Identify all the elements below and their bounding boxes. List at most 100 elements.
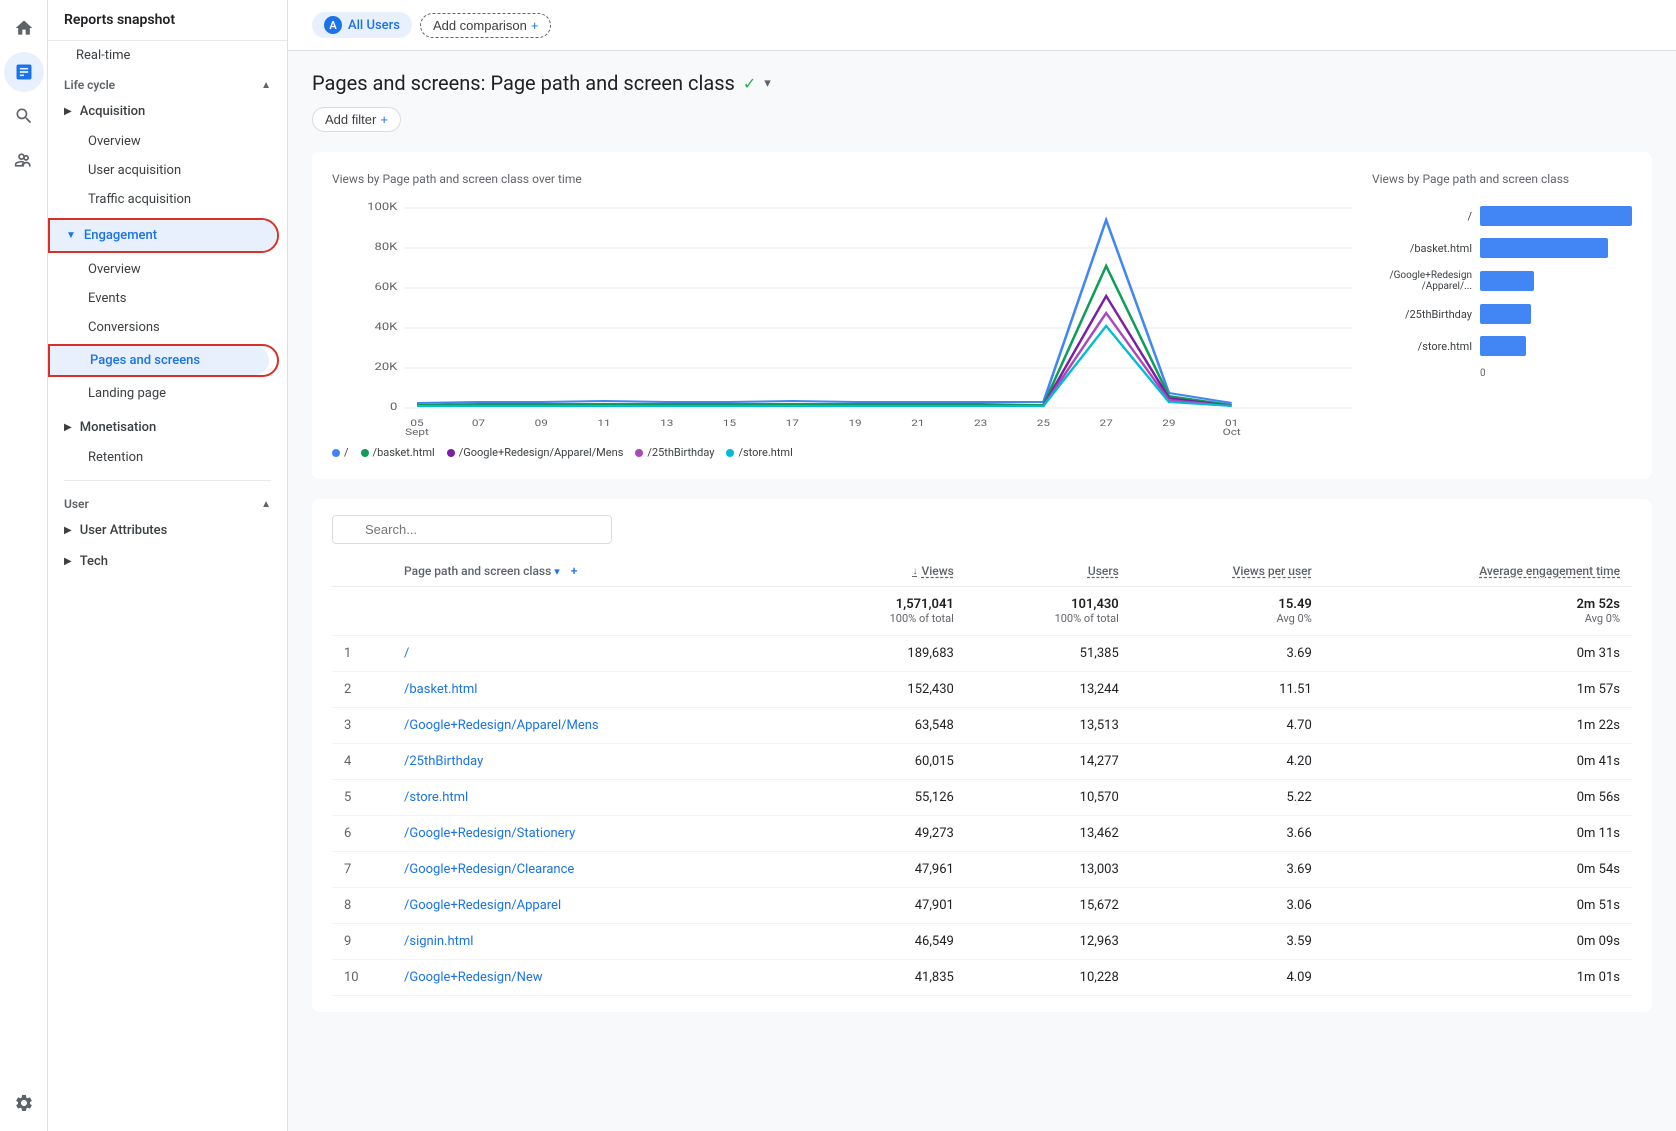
user-section-chevron: ▲ xyxy=(261,499,271,510)
sidebar-events[interactable]: Events xyxy=(48,284,279,313)
sidebar-traffic-acquisition[interactable]: Traffic acquisition xyxy=(48,185,279,214)
top-bar: A All Users Add comparison + xyxy=(288,0,1676,51)
sidebar-engagement[interactable]: ▼ Engagement xyxy=(50,220,277,251)
col-views-per-user[interactable]: Views per user xyxy=(1131,556,1324,587)
legend-dot-root xyxy=(332,449,340,457)
search-input[interactable] xyxy=(332,515,612,544)
svg-text:15: 15 xyxy=(723,417,736,428)
chart-section: Views by Page path and screen class over… xyxy=(312,152,1652,479)
filter-plus-icon: + xyxy=(380,112,388,127)
home-icon[interactable] xyxy=(4,8,44,48)
filter-row: Add filter + xyxy=(312,107,1652,132)
filter-label: Add filter xyxy=(325,112,376,127)
col-avg-engagement[interactable]: Average engagement time xyxy=(1324,556,1632,587)
legend-dot-store xyxy=(726,449,734,457)
svg-text:29: 29 xyxy=(1162,417,1175,428)
sidebar-real-time[interactable]: Real-time xyxy=(48,41,279,70)
audience-icon[interactable] xyxy=(4,140,44,180)
sidebar-user-attributes[interactable]: ▶ User Attributes xyxy=(48,515,279,546)
sidebar-acquisition[interactable]: ▶ Acquisition xyxy=(48,96,279,127)
monetisation-expand-icon: ▶ xyxy=(64,422,72,433)
search-wrapper: 🔍 xyxy=(332,515,612,544)
col-page-path[interactable]: Page path and screen class ▾ + xyxy=(392,556,801,587)
svg-text:0: 0 xyxy=(390,401,397,413)
data-table: Page path and screen class ▾ + ↓ Views U… xyxy=(332,556,1632,996)
badge-letter: A xyxy=(324,16,342,34)
table-row: 7 /Google+Redesign/Clearance 47,961 13,0… xyxy=(332,852,1632,888)
sidebar-divider-1 xyxy=(64,480,271,481)
sidebar-landing-page[interactable]: Landing page xyxy=(48,379,279,408)
bar-row-basket: /basket.html xyxy=(1372,238,1632,258)
page-title-row: Pages and screens: Page path and screen … xyxy=(312,71,1652,95)
svg-text:17: 17 xyxy=(786,417,799,428)
acquisition-expand-icon: ▶ xyxy=(64,106,72,117)
svg-text:19: 19 xyxy=(848,417,861,428)
legend-item-store: /store.html xyxy=(726,446,792,459)
table-row: 4 /25thBirthday 60,015 14,277 4.20 0m 41… xyxy=(332,744,1632,780)
total-views: 1,571,041 100% of total xyxy=(801,587,966,636)
sidebar-user-section[interactable]: User ▲ xyxy=(48,489,287,515)
icon-rail xyxy=(0,0,48,1131)
sidebar-reports-snapshot[interactable]: Reports snapshot xyxy=(48,0,287,41)
bar-row-root: / xyxy=(1372,206,1632,226)
chart-right: Views by Page path and screen class / /b… xyxy=(1372,172,1632,459)
table-row: 9 /signin.html 46,549 12,963 3.59 0m 09s xyxy=(332,924,1632,960)
svg-text:20K: 20K xyxy=(374,361,398,373)
sort-icon: ↓ xyxy=(912,566,917,577)
svg-text:40K: 40K xyxy=(374,321,398,333)
table-row: 6 /Google+Redesign/Stationery 49,273 13,… xyxy=(332,816,1632,852)
svg-text:100K: 100K xyxy=(367,201,398,213)
bar-row-store: /store.html xyxy=(1372,336,1632,356)
user-attributes-expand-icon: ▶ xyxy=(64,525,72,536)
col-views[interactable]: ↓ Views xyxy=(801,556,966,587)
settings-icon[interactable] xyxy=(4,1083,44,1123)
sidebar-conversions[interactable]: Conversions xyxy=(48,313,279,342)
legend-dot-apparel xyxy=(447,449,455,457)
legend-item-basket: /basket.html xyxy=(361,446,435,459)
line-chart-container: 100K 80K 60K 40K 20K 0 xyxy=(332,198,1352,438)
legend-dot-basket xyxy=(361,449,369,457)
svg-text:23: 23 xyxy=(974,417,987,428)
svg-text:07: 07 xyxy=(472,417,485,428)
search-explore-icon[interactable] xyxy=(4,96,44,136)
sidebar-user-acquisition[interactable]: User acquisition xyxy=(48,156,279,185)
bar-root xyxy=(1480,206,1632,226)
analytics-icon[interactable] xyxy=(4,52,44,92)
svg-text:25: 25 xyxy=(1037,417,1050,428)
add-filter-button[interactable]: Add filter + xyxy=(312,107,401,132)
svg-text:13: 13 xyxy=(660,417,673,428)
table-row: 2 /basket.html 152,430 13,244 11.51 1m 5… xyxy=(332,672,1632,708)
add-column-button[interactable]: + xyxy=(571,564,578,578)
col-users[interactable]: Users xyxy=(966,556,1131,587)
tech-expand-icon: ▶ xyxy=(64,556,72,567)
sidebar-retention[interactable]: Retention xyxy=(48,443,279,472)
svg-text:21: 21 xyxy=(911,417,924,428)
title-dropdown-icon[interactable]: ▾ xyxy=(764,76,771,91)
totals-row: 1,571,041 100% of total 101,430 100% of … xyxy=(332,587,1632,636)
total-users: 101,430 100% of total xyxy=(966,587,1131,636)
svg-text:27: 27 xyxy=(1100,417,1113,428)
bar-axis-zero: 0 xyxy=(1372,368,1632,379)
sidebar-lifecycle-section[interactable]: Life cycle ▲ xyxy=(48,70,287,96)
content-area: Pages and screens: Page path and screen … xyxy=(288,51,1676,1032)
table-row: 10 /Google+Redesign/New 41,835 10,228 4.… xyxy=(332,960,1632,996)
legend-item-birthday: /25thBirthday xyxy=(635,446,714,459)
svg-text:80K: 80K xyxy=(374,241,398,253)
sidebar-monetisation[interactable]: ▶ Monetisation xyxy=(48,412,279,443)
sidebar-tech[interactable]: ▶ Tech xyxy=(48,546,279,577)
add-comparison-button[interactable]: Add comparison + xyxy=(420,13,552,38)
sidebar-engagement-overview[interactable]: Overview xyxy=(48,255,279,284)
svg-text:11: 11 xyxy=(597,417,610,428)
line-chart-svg: 100K 80K 60K 40K 20K 0 xyxy=(332,198,1352,438)
chart-left: Views by Page path and screen class over… xyxy=(332,172,1352,459)
all-users-badge[interactable]: A All Users xyxy=(312,12,412,38)
table-row: 1 / 189,683 51,385 3.69 0m 31s xyxy=(332,636,1632,672)
svg-text:Sept: Sept xyxy=(405,426,429,437)
check-icon: ✓ xyxy=(743,74,756,93)
svg-text:60K: 60K xyxy=(374,281,398,293)
add-icon: + xyxy=(531,18,539,33)
sidebar-pages-screens[interactable]: Pages and screens xyxy=(50,346,269,375)
sidebar-acquisition-overview[interactable]: Overview xyxy=(48,127,279,156)
sidebar: Reports snapshot Real-time Life cycle ▲ … xyxy=(48,0,288,1131)
chart-left-title: Views by Page path and screen class over… xyxy=(332,172,1352,186)
